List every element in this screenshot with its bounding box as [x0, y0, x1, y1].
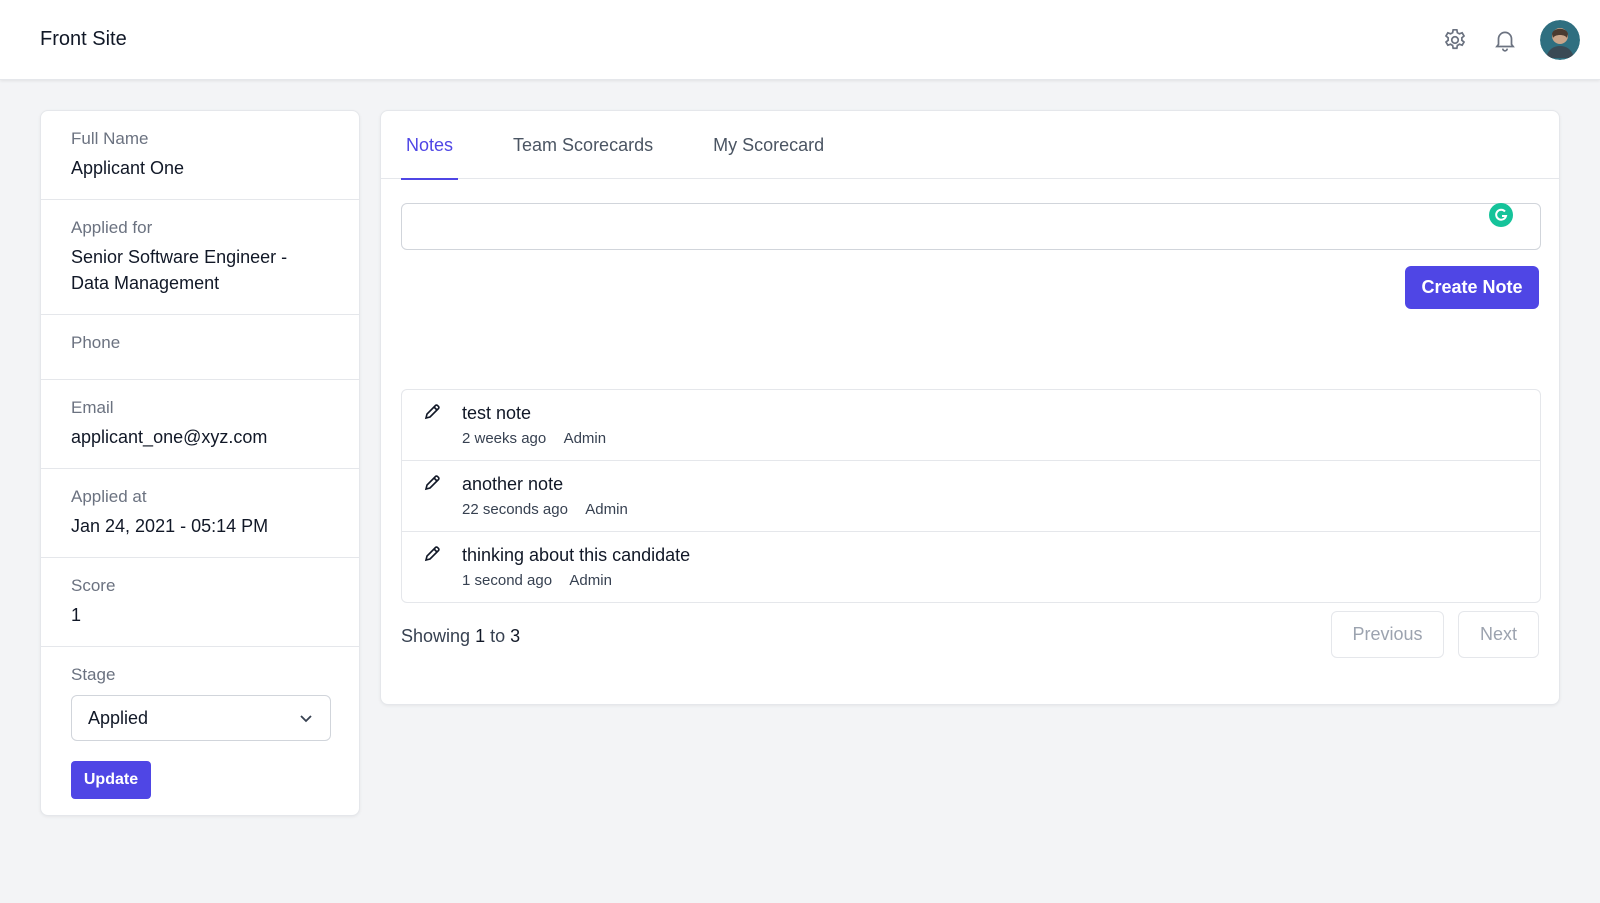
pencil-icon[interactable] [422, 473, 442, 493]
note-time: 22 seconds ago [462, 501, 568, 518]
note-input[interactable] [401, 203, 1541, 250]
grammarly-icon[interactable] [1489, 203, 1513, 227]
showing-prefix: Showing [401, 626, 471, 646]
tab-my-scorecard[interactable]: My Scorecard [708, 111, 829, 179]
note-time: 2 weeks ago [462, 430, 547, 447]
email-value: applicant_one@xyz.com [71, 427, 268, 447]
pencil-icon[interactable] [422, 544, 442, 564]
note-content: another note 22 seconds ago Admin [462, 473, 642, 519]
score-field: Score 1 [41, 558, 359, 647]
note-author: Admin [585, 501, 628, 518]
applied-at-value: Jan 24, 2021 - 05:14 PM [71, 516, 269, 536]
top-actions [1440, 19, 1580, 60]
note-time: 1 second ago [462, 572, 553, 589]
stage-selected-value: Applied [88, 707, 149, 728]
full-name-value: Applicant One [71, 158, 185, 178]
applied-for-label: Applied for [71, 218, 153, 237]
full-name-field: Full Name Applicant One [41, 111, 359, 200]
note-meta: 1 second ago Admin [462, 572, 690, 589]
showing-from: 1 [475, 626, 486, 646]
tab-notes[interactable]: Notes [401, 111, 459, 180]
note-meta: 2 weeks ago Admin [462, 430, 620, 447]
applicant-details-card: Full Name Applicant One Applied for Seni… [40, 110, 360, 816]
full-name-label: Full Name [71, 129, 149, 148]
notes-list: test note 2 weeks ago Admin another note… [401, 389, 1541, 603]
list-item: another note 22 seconds ago Admin [402, 461, 1540, 532]
stage-field: Stage Applied [41, 647, 359, 759]
next-button[interactable]: Next [1458, 611, 1539, 658]
applied-at-label: Applied at [71, 487, 147, 506]
phone-field: Phone [41, 315, 359, 380]
site-title[interactable]: Front Site [40, 28, 127, 51]
note-text: another note [462, 474, 564, 494]
list-item: thinking about this candidate 1 second a… [402, 532, 1540, 602]
list-item: test note 2 weeks ago Admin [402, 390, 1540, 461]
score-label: Score [71, 576, 116, 595]
note-content: thinking about this candidate 1 second a… [462, 544, 690, 590]
phone-label: Phone [71, 333, 121, 352]
gear-icon[interactable] [1440, 25, 1470, 55]
note-author: Admin [569, 572, 612, 589]
previous-button[interactable]: Previous [1331, 611, 1444, 658]
note-content: test note 2 weeks ago Admin [462, 402, 620, 448]
applied-at-field: Applied at Jan 24, 2021 - 05:14 PM [41, 469, 359, 558]
notes-card: Notes Team Scorecards My Scorecard Creat… [380, 110, 1560, 705]
showing-to: 3 [510, 626, 521, 646]
note-meta: 22 seconds ago Admin [462, 501, 642, 518]
note-author: Admin [563, 430, 607, 447]
pencil-icon[interactable] [422, 402, 442, 422]
create-note-button[interactable]: Create Note [1405, 266, 1539, 309]
top-navbar: Front Site [0, 0, 1600, 80]
applied-for-value: Senior Software Engineer - Data Manageme… [71, 247, 288, 293]
bell-icon[interactable] [1490, 25, 1520, 55]
note-input-wrapper [401, 203, 1541, 250]
email-label: Email [71, 398, 114, 417]
update-button[interactable]: Update [71, 761, 151, 799]
note-text: thinking about this candidate [462, 545, 691, 565]
showing-to-word: to [490, 626, 506, 646]
score-value: 1 [71, 605, 82, 625]
applied-for-field: Applied for Senior Software Engineer - D… [41, 200, 359, 315]
stage-label: Stage [71, 665, 116, 684]
tab-team-scorecards[interactable]: Team Scorecards [508, 111, 658, 179]
chevron-down-icon [300, 715, 312, 723]
avatar[interactable] [1540, 19, 1580, 60]
tab-bar: Notes Team Scorecards My Scorecard [381, 111, 1559, 180]
note-text: test note [462, 403, 532, 423]
pagination-summary: Showing 1 to 3 [401, 626, 520, 647]
email-field: Email applicant_one@xyz.com [41, 380, 359, 469]
stage-select[interactable]: Applied [71, 695, 331, 741]
